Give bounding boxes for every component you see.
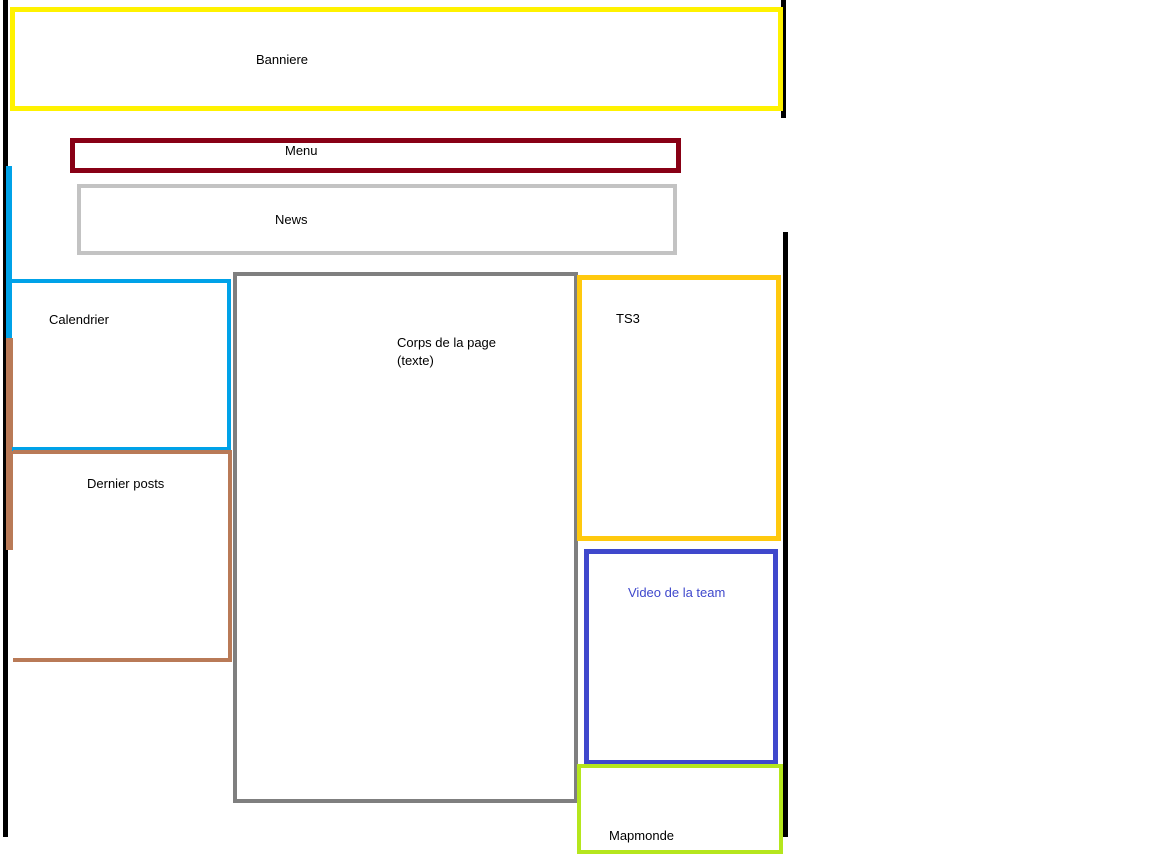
ts3-label: TS3 [616, 311, 640, 326]
team-video-label: Video de la team [628, 585, 726, 600]
news-section [77, 184, 677, 255]
menu-label: Menu [285, 143, 318, 158]
calendar-section [12, 279, 231, 451]
banner-label: Banniere [256, 52, 309, 67]
team-video-section [584, 549, 778, 765]
right-border-line-bottom [783, 232, 788, 837]
ts3-section [577, 275, 781, 541]
world-map-section [577, 764, 783, 854]
banner-section [10, 7, 783, 111]
calendar-label: Calendrier [49, 312, 109, 327]
world-map-label: Mapmonde [609, 828, 675, 843]
menu-section [70, 138, 681, 173]
news-label: News [275, 212, 308, 227]
recent-posts-label: Dernier posts [87, 476, 165, 491]
page-body-label: Corps de la page (texte) [397, 335, 497, 368]
